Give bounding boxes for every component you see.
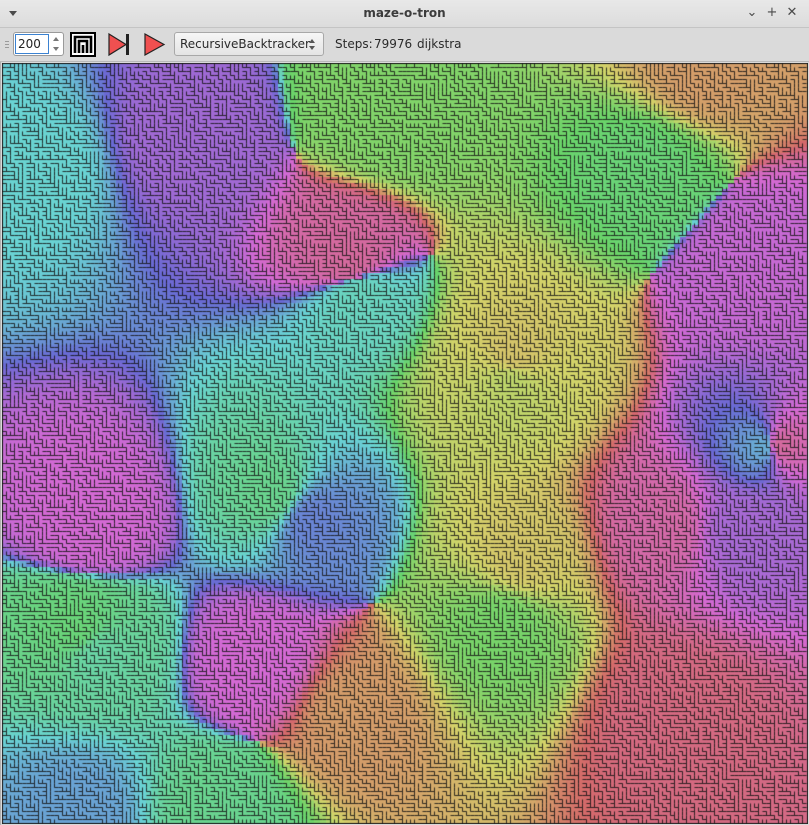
play-icon — [144, 32, 166, 57]
step-to-end-icon — [108, 32, 129, 57]
maze-canvas[interactable] — [2, 63, 808, 824]
maximize-button[interactable]: + — [764, 5, 780, 21]
algorithm-select-value: RecursiveBacktracker — [180, 37, 310, 51]
maze-size-input[interactable] — [15, 34, 49, 54]
spin-up-icon[interactable] — [50, 34, 62, 44]
maze-view[interactable] — [0, 62, 809, 825]
spin-down-icon[interactable] — [50, 44, 62, 54]
algorithm-select[interactable]: RecursiveBacktracker — [174, 32, 324, 56]
close-button[interactable]: ✕ — [784, 5, 800, 21]
steps-label: Steps: — [335, 37, 373, 51]
solver-label: dijkstra — [417, 37, 462, 51]
updown-chevron-icon — [309, 39, 317, 51]
maze-size-spinbox[interactable] — [13, 32, 64, 56]
new-maze-button[interactable] — [69, 31, 97, 58]
app-window: maze-o-tron ⌄ + ✕ 200 RecursiveBacktrack… — [0, 0, 809, 825]
play-button[interactable] — [140, 31, 168, 58]
window-title: maze-o-tron — [363, 6, 446, 20]
toolbar-grip-icon[interactable] — [5, 41, 9, 50]
steps-value: 79976 — [374, 37, 413, 51]
step-to-end-button[interactable] — [105, 31, 133, 58]
new-maze-icon — [70, 32, 96, 57]
title-bar[interactable]: maze-o-tron ⌄ + ✕ — [0, 0, 809, 28]
toolbar: RecursiveBacktracker Steps: 79976 dijkst… — [0, 28, 809, 62]
minimize-button[interactable]: ⌄ — [744, 5, 760, 21]
